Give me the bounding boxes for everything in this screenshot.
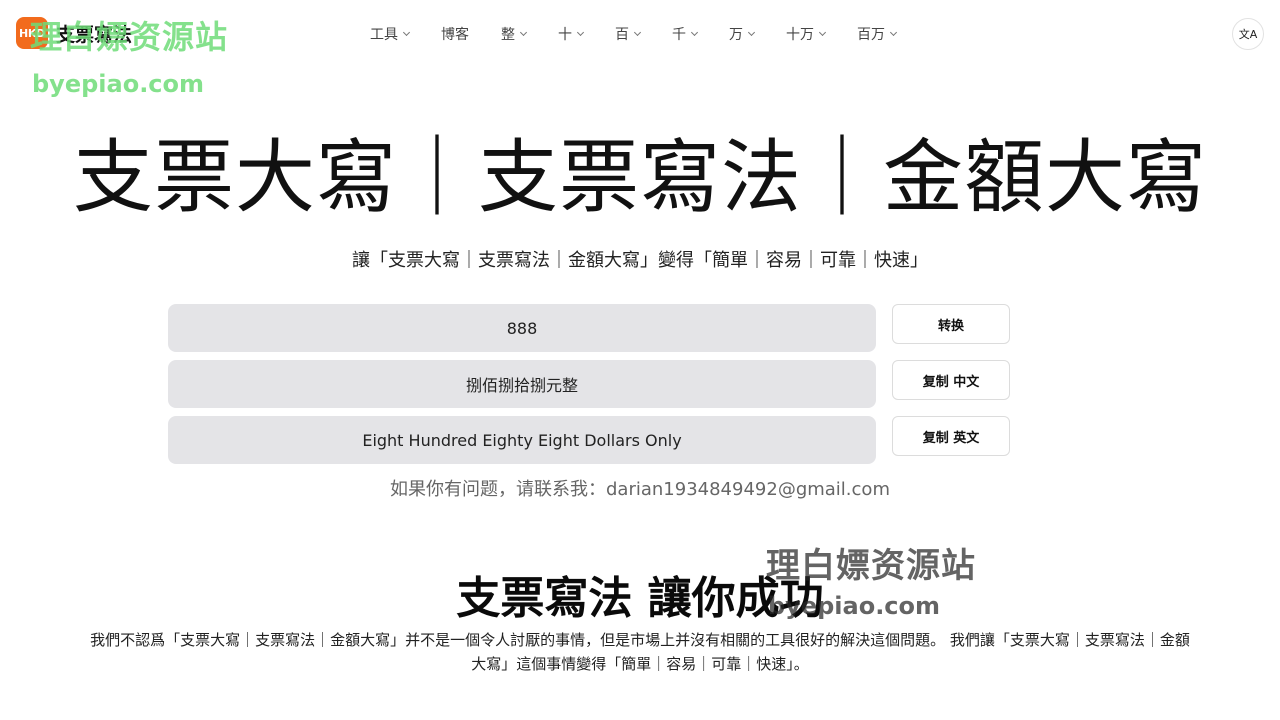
hero-subtitle: 讓「支票大寫｜支票寫法｜金額大寫」變得「簡單｜容易｜可靠｜快速」 bbox=[352, 250, 928, 271]
contact-text: 如果你有问题，请联系我：darian1934849492@gmail.com bbox=[390, 479, 890, 500]
language-button[interactable]: 文A bbox=[1232, 18, 1264, 50]
chevron-down-icon bbox=[690, 28, 699, 36]
copy-chinese-button[interactable]: 复制 中文 bbox=[892, 360, 1010, 400]
brand-link[interactable]: HKD 支票寫法 bbox=[16, 17, 132, 49]
nav-item-label: 千 bbox=[672, 27, 686, 43]
chevron-down-icon bbox=[576, 28, 585, 36]
nav-item-tools[interactable]: 工具 bbox=[370, 24, 411, 44]
page: HKD 支票寫法 工具 博客 整 十 百 千 万 十万 百万 文A 理白嫖资源站… bbox=[0, 0, 1280, 720]
section-body: 我們不認爲「支票大寫｜支票寫法｜金額大寫」并不是一個令人討厭的事情，但是市場上并… bbox=[90, 631, 1190, 673]
watermark-url: byepiao.com bbox=[32, 70, 205, 98]
translate-icon: 文A bbox=[1238, 28, 1258, 41]
nav-item-label: 百 bbox=[615, 27, 629, 43]
main-nav: 工具 博客 整 十 百 千 万 十万 百万 bbox=[370, 20, 928, 48]
chevron-down-icon bbox=[889, 28, 898, 36]
nav-item-hundred[interactable]: 百 bbox=[615, 24, 642, 44]
english-output-field: Eight Hundred Eighty Eight Dollars Only bbox=[168, 416, 876, 464]
nav-item-whole[interactable]: 整 bbox=[501, 24, 528, 44]
nav-item-label: 工具 bbox=[370, 27, 398, 43]
chevron-down-icon bbox=[633, 28, 642, 36]
nav-item-ten-thousand[interactable]: 万 bbox=[729, 24, 756, 44]
amount-field bbox=[168, 304, 876, 352]
chevron-down-icon bbox=[519, 28, 528, 36]
nav-item-hundred-thousand[interactable]: 十万 bbox=[786, 24, 827, 44]
nav-item-million[interactable]: 百万 bbox=[857, 24, 898, 44]
nav-item-label: 万 bbox=[729, 27, 743, 43]
section-title: 支票寫法 讓你成功 bbox=[456, 573, 824, 624]
copy-english-button[interactable]: 复制 英文 bbox=[892, 416, 1010, 456]
brand-name: 支票寫法 bbox=[56, 23, 133, 46]
chinese-output-field: 捌佰捌拾捌元整 bbox=[168, 360, 876, 408]
nav-item-label: 博客 bbox=[441, 27, 469, 43]
convert-button[interactable]: 转换 bbox=[892, 304, 1010, 344]
brand-logo: HKD bbox=[16, 17, 48, 49]
nav-item-label: 百万 bbox=[857, 27, 885, 43]
amount-input[interactable] bbox=[168, 304, 876, 352]
nav-item-blog[interactable]: 博客 bbox=[441, 24, 469, 44]
site-header: HKD 支票寫法 工具 博客 整 十 百 千 万 十万 百万 文A bbox=[0, 0, 1280, 68]
nav-item-label: 十万 bbox=[786, 27, 814, 43]
hero-title: 支票大寫｜支票寫法｜金額大寫 bbox=[73, 131, 1207, 224]
nav-item-label: 十 bbox=[558, 27, 572, 43]
nav-item-ten[interactable]: 十 bbox=[558, 24, 585, 44]
chevron-down-icon bbox=[818, 28, 827, 36]
nav-item-label: 整 bbox=[501, 27, 515, 43]
chevron-down-icon bbox=[747, 28, 756, 36]
nav-item-thousand[interactable]: 千 bbox=[672, 24, 699, 44]
chevron-down-icon bbox=[402, 28, 411, 36]
